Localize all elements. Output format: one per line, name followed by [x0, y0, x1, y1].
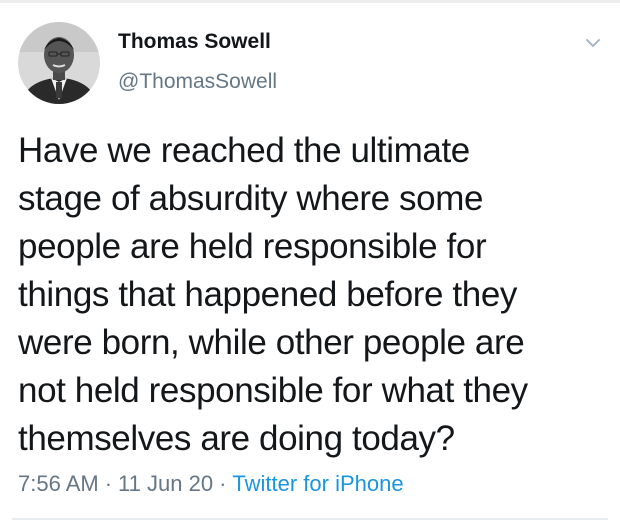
top-divider — [0, 0, 620, 3]
chevron-down-icon[interactable] — [582, 32, 604, 54]
tweet-text-line: Have we reached the ultimate — [18, 131, 470, 170]
bottom-divider — [12, 518, 608, 520]
avatar[interactable] — [18, 22, 100, 104]
tweet-source-link[interactable]: Twitter for iPhone — [232, 471, 403, 496]
tweet-text-line: people are held responsible for — [18, 227, 487, 266]
tweet-time[interactable]: 7:56 AM — [18, 471, 99, 496]
author-name[interactable]: Thomas Sowell — [118, 30, 271, 54]
tweet-text-line: themselves are doing today? — [18, 419, 455, 458]
tweet-date[interactable]: 11 Jun 20 — [118, 471, 213, 496]
meta-separator: · — [104, 471, 113, 496]
profile-photo-icon — [18, 22, 100, 104]
author-handle[interactable]: @ThomasSowell — [118, 70, 277, 94]
tweet-text-line: things that happened before they — [18, 275, 517, 314]
tweet-text-line: were born, while other people are — [18, 323, 525, 362]
tweet-text: Have we reached the ultimate stage of ab… — [18, 127, 608, 463]
tweet-text-line: not held responsible for what they — [18, 371, 528, 410]
meta-separator: · — [219, 471, 227, 496]
tweet-meta: 7:56 AM · 11 Jun 20 · Twitter for iPhone — [18, 471, 404, 497]
tweet-text-line: stage of absurdity where some — [18, 179, 484, 218]
